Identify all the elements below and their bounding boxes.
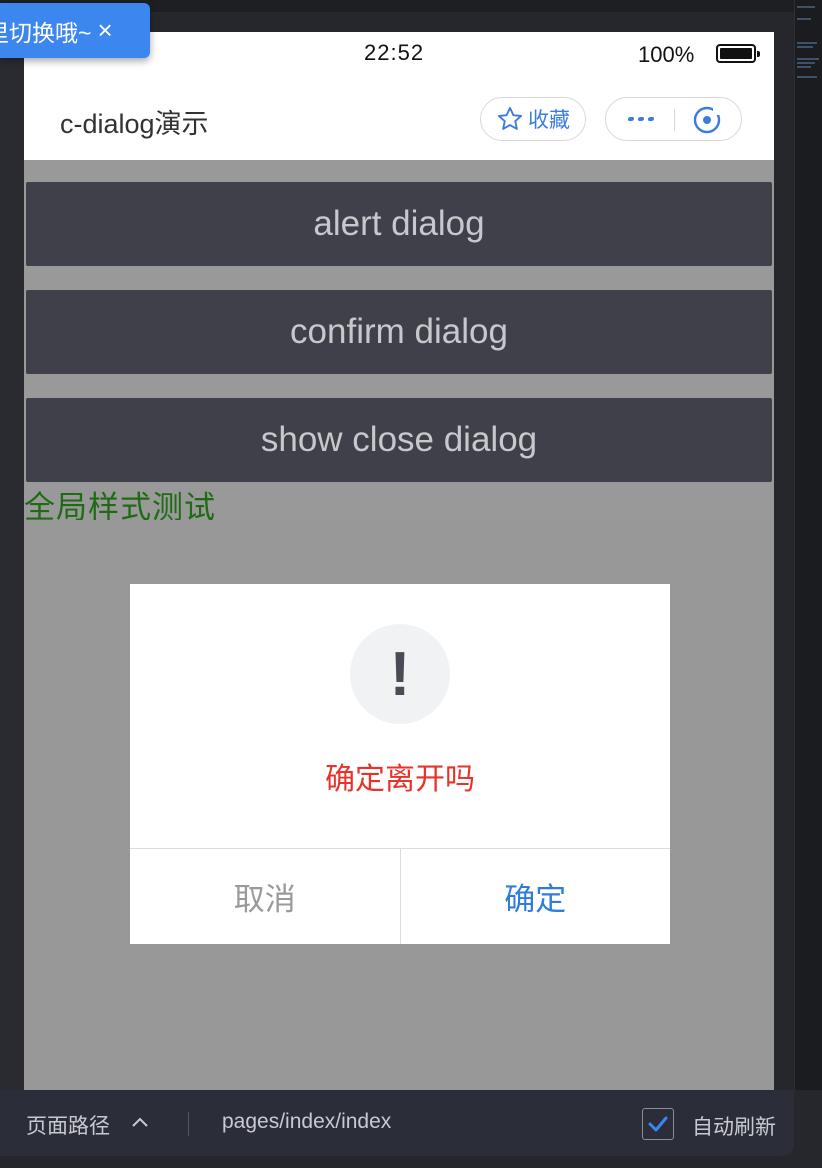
status-time: 22:52 <box>364 40 425 65</box>
warning-icon: ! <box>350 624 450 724</box>
close-miniprogram-icon[interactable] <box>691 104 723 136</box>
battery-percent: 100% <box>638 42 695 67</box>
more-icon[interactable] <box>624 106 658 132</box>
menu-capsule <box>605 97 742 141</box>
page-path-label[interactable]: 页面路径 <box>26 1110 110 1140</box>
show-close-dialog-button[interactable]: show close dialog <box>26 398 772 482</box>
confirm-button[interactable]: 确定 <box>401 849 671 944</box>
simulator-screen: 22:52 100% c-dialog演示 收藏 alert dialog co… <box>24 32 774 1090</box>
auto-refresh-checkbox[interactable] <box>642 1108 674 1140</box>
toast-text: 里切换哦~ <box>0 19 92 46</box>
auto-refresh-label: 自动刷新 <box>692 1116 776 1139</box>
battery-icon <box>716 44 760 63</box>
favorite-button[interactable]: 收藏 <box>480 97 586 141</box>
page-path-value: pages/index/index <box>222 1110 392 1133</box>
tip-toast: 里切换哦~ × <box>0 3 150 58</box>
close-icon[interactable]: × <box>97 15 112 46</box>
code-minimap <box>794 0 822 1090</box>
ide-left-strip <box>0 12 24 1090</box>
page-title: c-dialog演示 <box>60 109 209 139</box>
bottom-bar-divider <box>188 1112 189 1136</box>
alert-dialog-button[interactable]: alert dialog <box>26 182 772 266</box>
confirm-dialog: ! 确定离开吗 取消 确定 <box>130 584 670 944</box>
confirm-dialog-button[interactable]: confirm dialog <box>26 290 772 374</box>
capsule-divider <box>674 109 675 131</box>
navigation-bar: c-dialog演示 收藏 <box>24 76 774 160</box>
simulator-bottom-bar: 页面路径 pages/index/index 自动刷新 <box>0 1090 794 1156</box>
chevron-up-icon[interactable] <box>130 1112 150 1132</box>
star-icon <box>497 106 523 130</box>
cancel-button[interactable]: 取消 <box>130 849 401 944</box>
favorite-label: 收藏 <box>528 109 570 132</box>
dialog-actions: 取消 确定 <box>130 848 670 944</box>
checkmark-icon <box>648 1116 668 1132</box>
dialog-message: 确定离开吗 <box>325 763 475 796</box>
